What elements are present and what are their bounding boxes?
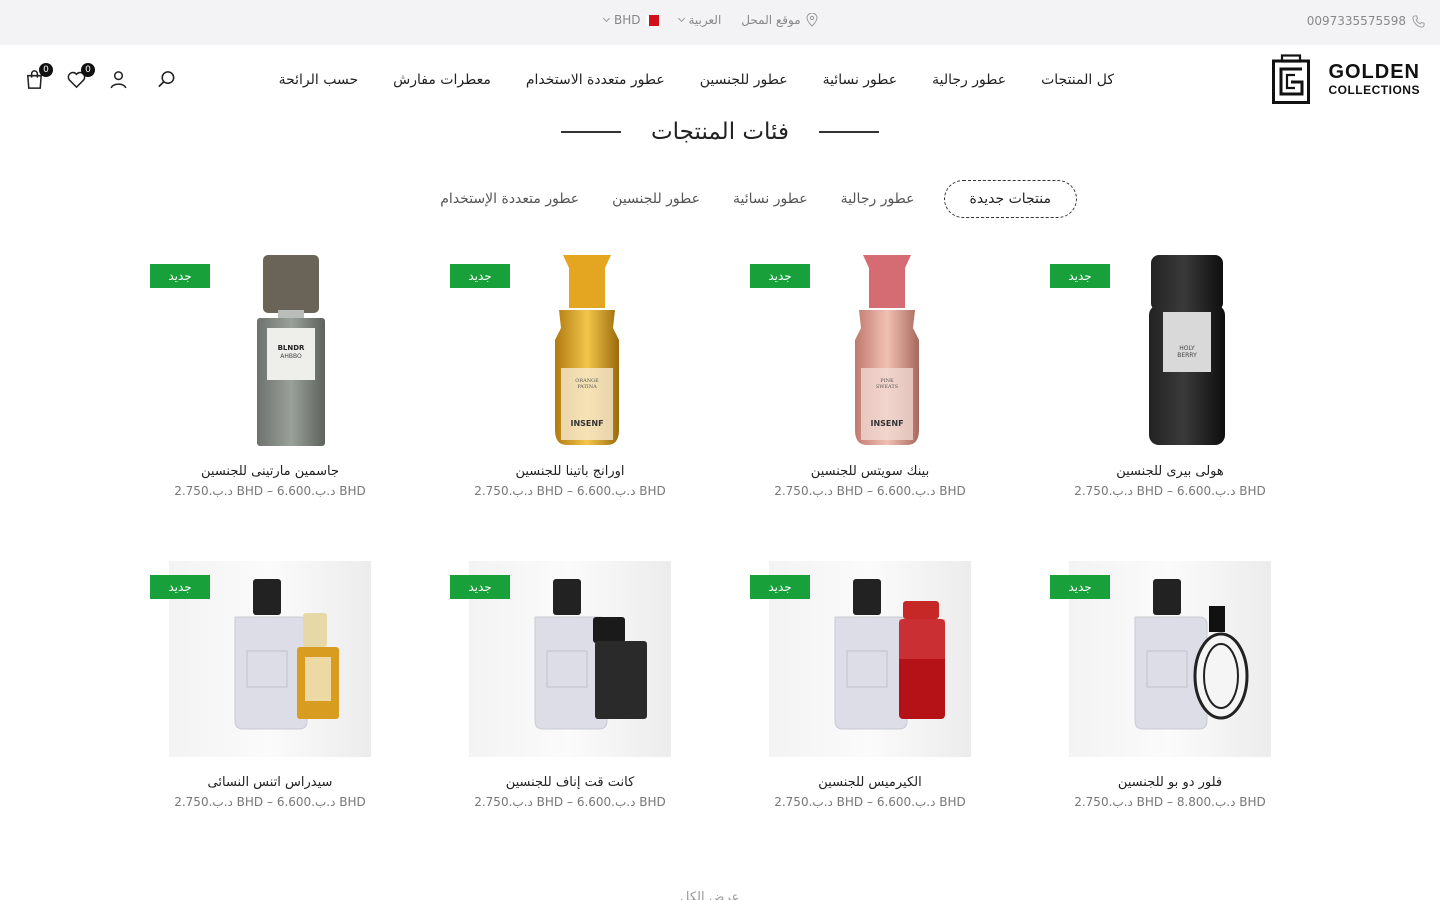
new-badge: جديد	[750, 575, 810, 599]
svg-text:PATINA: PATINA	[577, 384, 597, 390]
nav-item-women[interactable]: عطور نسائية	[823, 72, 898, 88]
new-badge: جديد	[450, 575, 510, 599]
product-price: د.ب.2.750 BHD – د.ب.6.600 BHD	[174, 484, 366, 498]
tab-new-products[interactable]: منتجات جديدة	[943, 180, 1077, 218]
user-icon	[110, 70, 126, 88]
tab-multi-use[interactable]: عطور متعددة الإستخدام	[436, 191, 583, 207]
chevron-down-icon	[677, 14, 685, 23]
product-image[interactable]: جديد	[750, 561, 971, 757]
product-image[interactable]: BLNDR AHBBO جديد	[150, 250, 371, 446]
product-price: د.ب.2.750 BHD – د.ب.6.600 BHD	[774, 484, 966, 498]
product-price: د.ب.2.750 BHD – د.ب.6.600 BHD	[474, 795, 666, 809]
product-name[interactable]: سيدراس اتنس النسائى	[150, 775, 390, 790]
search-icon	[157, 70, 174, 87]
product-price: د.ب.2.750 BHD – د.ب.6.600 BHD	[474, 484, 666, 498]
product-card[interactable]: HOLY BERRY جديد هولى بيرى للجنسين د.ب.2.…	[1050, 250, 1290, 498]
product-image[interactable]: جديد	[150, 561, 371, 757]
product-name[interactable]: بينك سويتس للجنسين	[750, 464, 990, 479]
location-pin-icon	[806, 13, 818, 27]
section-title: فئات المنتجات	[651, 119, 789, 145]
tab-unisex[interactable]: عطور للجنسين	[608, 191, 704, 207]
nav-item-linen-sprays[interactable]: معطرات مفارش	[393, 72, 491, 88]
svg-text:INSENF: INSENF	[570, 419, 603, 428]
nav-item-men[interactable]: عطور رجالية	[932, 72, 1006, 88]
product-name[interactable]: هولى بيرى للجنسين	[1050, 464, 1290, 479]
logo-mark-icon	[1272, 54, 1311, 104]
language-label: العربية	[688, 13, 722, 27]
product-name[interactable]: اورانج باتينا للجنسين	[450, 464, 690, 479]
show-all-label: عرض الكل	[680, 890, 740, 900]
show-all-link[interactable]: عرض الكل	[680, 890, 739, 900]
new-badge: جديد	[750, 264, 810, 288]
svg-text:SWEATS: SWEATS	[876, 384, 899, 390]
product-price: د.ب.2.750 BHD – د.ب.8.800 BHD	[1074, 795, 1266, 809]
currency-selector[interactable]: BHD	[602, 13, 659, 27]
heading-divider	[561, 131, 621, 133]
cart-count-badge: 0	[39, 63, 53, 77]
product-card[interactable]: BLNDR AHBBO جديد جاسمين مارتينى للجنسين …	[150, 250, 390, 498]
product-name[interactable]: جاسمين مارتينى للجنسين	[150, 464, 390, 479]
wishlist-count-badge: 0	[81, 63, 95, 77]
logo-line-1: GOLDEN	[1328, 61, 1420, 83]
store-location-label: موقع المحل	[741, 13, 801, 27]
store-location-link[interactable]: موقع المحل	[741, 13, 818, 27]
product-card[interactable]: جديد الكيرميس للجنسين د.ب.2.750 BHD – د.…	[750, 561, 990, 809]
nav-item-by-scent[interactable]: حسب الرائحة	[279, 72, 359, 88]
product-card[interactable]: جديد سيدراس اتنس النسائى د.ب.2.750 BHD –…	[150, 561, 390, 809]
wishlist-button[interactable]: 0	[64, 63, 95, 91]
product-card[interactable]: جديد كانت قت إناف للجنسين د.ب.2.750 BHD …	[450, 561, 690, 809]
phone-number: 0097335575598	[1306, 14, 1406, 28]
main-nav: كل المنتجات عطور رجالية عطور نسائية عطور…	[279, 72, 1114, 88]
product-image[interactable]: HOLY BERRY جديد	[1050, 250, 1271, 446]
heading-divider	[819, 131, 879, 133]
nav-item-multi-use[interactable]: عطور متعددة الاستخدام	[526, 72, 665, 88]
product-card[interactable]: ORANGE PATINA INSENF جديد اورانج باتينا …	[450, 250, 690, 498]
new-badge: جديد	[450, 264, 510, 288]
logo-line-2: COLLECTIONS	[1328, 83, 1420, 97]
product-price: د.ب.2.750 BHD – د.ب.6.600 BHD	[174, 795, 366, 809]
phone-link[interactable]: 0097335575598	[1307, 14, 1425, 28]
category-tabs: منتجات جديدة عطور رجالية عطور نسائية عطو…	[436, 180, 1077, 218]
tab-men[interactable]: عطور رجالية	[837, 191, 919, 207]
product-image[interactable]: جديد	[1050, 561, 1271, 757]
new-badge: جديد	[1050, 264, 1110, 288]
product-card[interactable]: جديد فلور دو بو للجنسين د.ب.2.750 BHD – …	[1050, 561, 1290, 809]
new-badge: جديد	[150, 264, 210, 288]
logo-wordmark: GOLDEN COLLECTIONS	[1328, 62, 1420, 96]
topbar-center: BHD العربية موقع المحل	[602, 13, 818, 27]
nav-item-unisex[interactable]: عطور للجنسين	[700, 72, 788, 88]
svg-text:HOLY: HOLY	[1179, 345, 1195, 352]
product-image[interactable]: جديد	[450, 561, 671, 757]
product-price: د.ب.2.750 BHD – د.ب.6.600 BHD	[1074, 484, 1266, 498]
nav-item-all-products[interactable]: كل المنتجات	[1041, 72, 1114, 88]
phone-icon	[1412, 14, 1425, 28]
tab-women[interactable]: عطور نسائية	[729, 191, 812, 207]
product-image[interactable]: PINK SWEATS INSENF جديد	[750, 250, 971, 446]
currency-label: BHD	[614, 13, 641, 27]
section-heading: فئات المنتجات	[0, 115, 1440, 149]
language-selector[interactable]: العربية	[677, 13, 722, 27]
account-button[interactable]	[106, 67, 130, 91]
new-badge: جديد	[1050, 575, 1110, 599]
top-bar: BHD العربية موقع المحل 0097335575598	[0, 0, 1440, 45]
main-header: 0 0 كل المنتجات عطور رجالية عطور نسائية …	[0, 45, 1440, 117]
svg-text:BLNDR: BLNDR	[278, 344, 305, 352]
bahrain-flag-icon	[645, 14, 659, 26]
site-logo[interactable]: GOLDEN COLLECTIONS	[1272, 54, 1420, 104]
product-price: د.ب.2.750 BHD – د.ب.6.600 BHD	[774, 795, 966, 809]
header-icons: 0 0	[22, 63, 178, 91]
product-image[interactable]: ORANGE PATINA INSENF جديد	[450, 250, 671, 446]
new-badge: جديد	[150, 575, 210, 599]
svg-text:BERRY: BERRY	[1177, 352, 1197, 359]
product-card[interactable]: PINK SWEATS INSENF جديد بينك سويتس للجنس…	[750, 250, 990, 498]
search-button[interactable]	[154, 67, 178, 91]
product-name[interactable]: كانت قت إناف للجنسين	[450, 775, 690, 790]
product-name[interactable]: فلور دو بو للجنسين	[1050, 775, 1290, 790]
cart-button[interactable]: 0	[22, 63, 53, 91]
product-name[interactable]: الكيرميس للجنسين	[750, 775, 990, 790]
chevron-down-icon	[602, 14, 611, 23]
svg-text:AHBBO: AHBBO	[280, 353, 302, 360]
svg-text:INSENF: INSENF	[870, 419, 903, 428]
